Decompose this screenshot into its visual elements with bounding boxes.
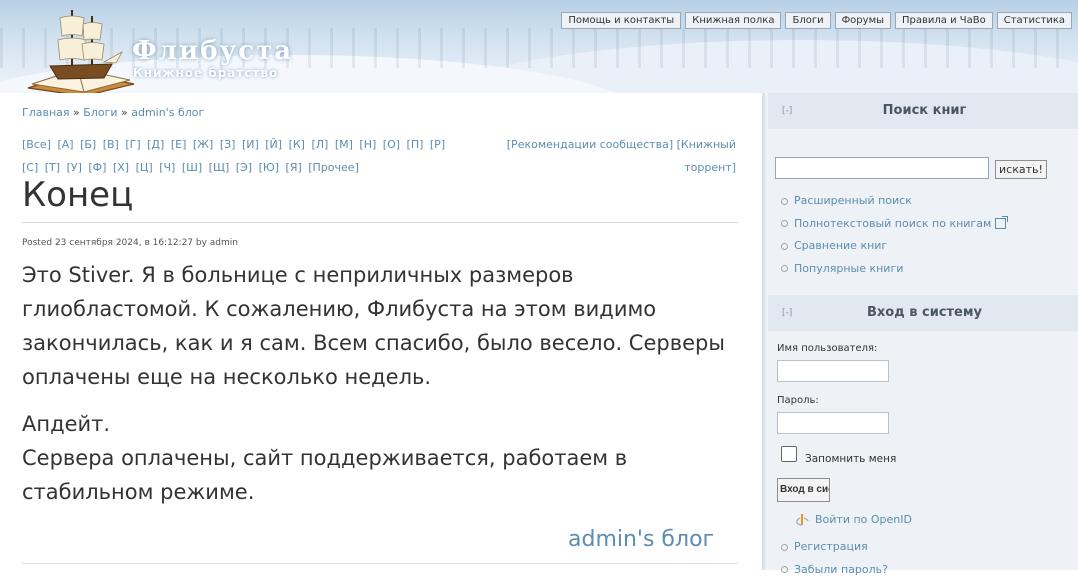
letter-link[interactable]: [Б] <box>80 138 96 151</box>
letter-link[interactable]: [Е] <box>171 138 187 151</box>
openid-icon <box>795 512 809 526</box>
nav-rules-faq[interactable]: Правила и ЧаВо <box>895 12 993 29</box>
letter-link[interactable]: [Прочее] <box>308 161 359 174</box>
external-link-icon <box>995 218 1006 229</box>
letter-link[interactable]: [Ф] <box>88 161 106 174</box>
alphabet-filter: [Все] [А] [Б] [В] [Г] [Д] [Е] [Ж] [З] [И… <box>22 133 467 179</box>
nav-blogs[interactable]: Блоги <box>785 12 830 29</box>
list-item[interactable]: Полнотекстовый поиск по книгам <box>781 213 1006 236</box>
book-torrent-link[interactable]: [Книжный торрент] <box>677 138 736 174</box>
search-block-header: [-] Поиск книг <box>768 93 1078 129</box>
nav-statistics[interactable]: Статистика <box>997 12 1072 29</box>
letter-link[interactable]: [М] <box>335 138 353 151</box>
account-links: Регистрация Забыли пароль? <box>781 536 888 581</box>
letter-link[interactable]: [Ч] <box>159 161 175 174</box>
password-label: Пароль: <box>777 395 819 406</box>
collapse-toggle[interactable]: [-] <box>782 295 792 331</box>
nav-help-contacts[interactable]: Помощь и контакты <box>561 12 681 29</box>
top-navigation: Помощь и контакты Книжная полка Блоги Фо… <box>561 12 1072 29</box>
book-search-input[interactable] <box>775 157 989 179</box>
collapse-toggle[interactable]: [-] <box>782 93 792 129</box>
divider <box>22 563 738 564</box>
remember-me-checkbox[interactable] <box>781 446 797 462</box>
author-blog-link[interactable]: admin's блог <box>568 527 714 552</box>
letter-link[interactable]: [З] <box>220 138 236 151</box>
letter-link[interactable]: [У] <box>67 161 82 174</box>
list-item[interactable]: Популярные книги <box>781 258 1006 281</box>
bullet-icon <box>781 198 788 205</box>
letter-link[interactable]: [Р] <box>430 138 445 151</box>
main-content: Главная » Блоги » admin's блог [Все] [А]… <box>0 93 762 570</box>
username-field[interactable] <box>777 360 889 382</box>
login-block-header: [-] Вход в систему <box>768 295 1078 331</box>
search-button[interactable]: искать! <box>995 160 1047 179</box>
letter-link[interactable]: [Э] <box>236 161 252 174</box>
breadcrumb-current[interactable]: admin's блог <box>131 106 204 119</box>
openid-login[interactable]: Войти по OpenID <box>795 512 912 526</box>
community-links: [Рекомендации сообщества] [Книжный торре… <box>480 133 736 179</box>
letter-link[interactable]: [Ю] <box>259 161 279 174</box>
breadcrumb-home[interactable]: Главная <box>22 106 70 119</box>
breadcrumb-blogs[interactable]: Блоги <box>83 106 117 119</box>
list-item[interactable]: Регистрация <box>781 536 888 559</box>
letter-link[interactable]: [В] <box>103 138 119 151</box>
site-header: Флибуста Книжное братство Помощь и конта… <box>0 0 1078 93</box>
bullet-icon <box>781 544 788 551</box>
letter-link[interactable]: [П] <box>407 138 424 151</box>
letter-link[interactable]: [Т] <box>45 161 60 174</box>
block-title: Поиск книг <box>883 103 967 118</box>
site-title[interactable]: Флибуста <box>132 36 293 66</box>
divider <box>22 222 738 223</box>
letter-link[interactable]: [А] <box>57 138 73 151</box>
breadcrumb-separator: » <box>73 106 80 119</box>
nav-bookshelf[interactable]: Книжная полка <box>685 12 781 29</box>
list-item[interactable]: Сравнение книг <box>781 235 1006 258</box>
letter-link[interactable]: [Д] <box>147 138 164 151</box>
remember-me-label[interactable]: Запомнить меня <box>805 453 896 465</box>
post-paragraph: Апдейт. Сервера оплачены, сайт поддержив… <box>22 407 747 509</box>
letter-link[interactable]: [Я] <box>286 161 302 174</box>
register-link[interactable]: Регистрация <box>794 536 868 559</box>
search-links: Расширенный поиск Полнотекстовый поиск п… <box>781 190 1006 280</box>
post-meta: Posted 23 сентября 2024, в 16:12:27 by a… <box>22 238 238 248</box>
letter-link[interactable]: [Все] <box>22 138 51 151</box>
letter-link[interactable]: [С] <box>22 161 38 174</box>
letter-link[interactable]: [К] <box>289 138 305 151</box>
login-button[interactable]: Вход в систему <box>777 478 830 502</box>
openid-link[interactable]: Войти по OpenID <box>815 513 912 526</box>
recommendations-link[interactable]: [Рекомендации сообщества] <box>507 138 673 151</box>
bullet-icon <box>781 220 788 227</box>
post-paragraph: Это Stiver. Я в больнице с неприличных р… <box>22 258 747 394</box>
password-field[interactable] <box>777 412 889 434</box>
letter-link[interactable]: [О] <box>383 138 400 151</box>
letter-link[interactable]: [Й] <box>265 138 282 151</box>
letter-link[interactable]: [Х] <box>113 161 129 174</box>
breadcrumb: Главная » Блоги » admin's блог <box>22 106 204 119</box>
letter-link[interactable]: [Ш] <box>182 161 202 174</box>
site-slogan: Книжное братство <box>133 66 278 80</box>
letter-link[interactable]: [Н] <box>359 138 376 151</box>
breadcrumb-separator: » <box>121 106 128 119</box>
sidebar: [-] Поиск книг искать! Расширенный поиск… <box>762 93 1078 570</box>
advanced-search-link[interactable]: Расширенный поиск <box>794 190 912 213</box>
letter-link[interactable]: [Л] <box>311 138 328 151</box>
bullet-icon <box>781 265 788 272</box>
post-title: Конец <box>22 175 133 215</box>
letter-link[interactable]: [Ж] <box>193 138 213 151</box>
letter-link[interactable]: [Г] <box>125 138 140 151</box>
letter-link[interactable]: [Щ] <box>209 161 230 174</box>
popular-books-link[interactable]: Популярные книги <box>794 258 903 281</box>
compare-books-link[interactable]: Сравнение книг <box>794 235 887 258</box>
bullet-icon <box>781 243 788 250</box>
nav-forums[interactable]: Форумы <box>835 12 891 29</box>
ship-book-logo[interactable] <box>26 0 136 93</box>
block-title: Вход в систему <box>867 305 982 320</box>
letter-link[interactable]: [И] <box>242 138 259 151</box>
post-body: Это Stiver. Я в больнице с неприличных р… <box>22 258 747 522</box>
letter-link[interactable]: [Ц] <box>136 161 153 174</box>
username-label: Имя пользователя: <box>777 343 877 354</box>
fulltext-search-link[interactable]: Полнотекстовый поиск по книгам <box>794 213 991 236</box>
list-item[interactable]: Расширенный поиск <box>781 190 1006 213</box>
